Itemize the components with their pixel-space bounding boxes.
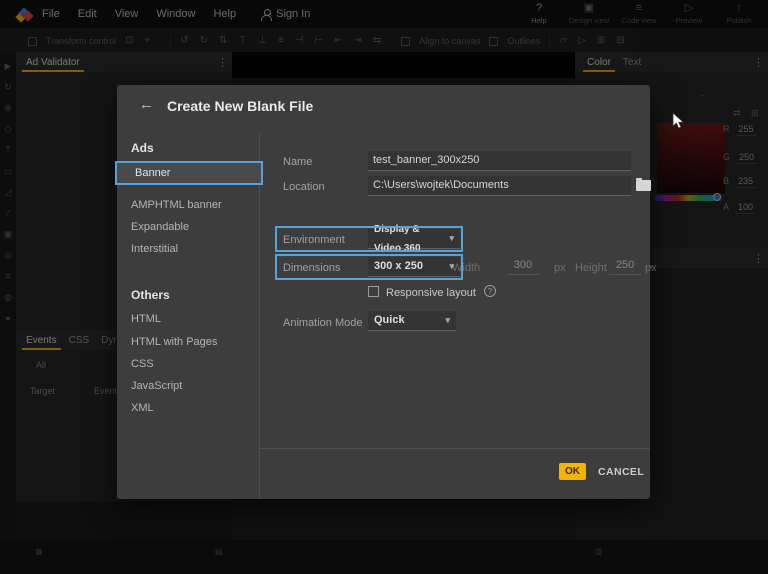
back-arrow-icon[interactable]: ← (139, 96, 154, 113)
width-input[interactable]: 300 (507, 257, 539, 275)
responsive-layout-checkbox[interactable] (368, 286, 379, 297)
chevron-down-icon: ▾ (449, 229, 454, 248)
section-heading-others: Others (131, 288, 170, 302)
sidebar-item-label: HTML with Pages (131, 336, 217, 348)
sidebar-item-label: AMPHTML banner (131, 199, 222, 211)
sidebar-item-html[interactable]: HTML (117, 309, 259, 329)
sidebar-item-label: XML (131, 402, 154, 414)
footer-divider (259, 448, 650, 449)
name-input[interactable]: test_banner_300x250 (368, 151, 631, 171)
sidebar-item-label: HTML (131, 313, 161, 325)
dimensions-dropdown[interactable]: 300 x 250 ▾ (368, 257, 460, 277)
environment-value: Display & Video 360 (374, 220, 443, 258)
sidebar-item-html-with-pages[interactable]: HTML with Pages (117, 332, 259, 352)
animation-mode-dropdown[interactable]: Quick ▾ (368, 311, 456, 331)
location-input[interactable]: C:\Users\wojtek\Documents (368, 176, 631, 196)
location-label: Location (283, 181, 325, 193)
sidebar-item-amphtml-banner[interactable]: AMPHTML banner (117, 195, 259, 215)
help-circle-icon[interactable]: ? (484, 285, 496, 297)
section-heading-ads: Ads (131, 141, 154, 155)
width-label: Width (452, 262, 480, 274)
sidebar-item-banner[interactable]: Banner (115, 161, 263, 185)
ok-button[interactable]: OK (559, 463, 586, 480)
sidebar-divider (259, 133, 260, 499)
name-label: Name (283, 156, 312, 168)
height-input[interactable]: 250 (609, 257, 641, 275)
chevron-down-icon: ▾ (445, 311, 450, 330)
height-label: Height (575, 262, 607, 274)
responsive-layout-label: Responsive layout (386, 287, 476, 299)
animation-mode-label: Animation Mode (283, 317, 363, 329)
sidebar-item-interstitial[interactable]: Interstitial (117, 239, 259, 259)
cancel-button[interactable]: CANCEL (598, 466, 644, 478)
environment-label: Environment (283, 234, 345, 246)
sidebar-item-label: CSS (131, 358, 154, 370)
sidebar-item-label: Banner (135, 167, 170, 179)
sidebar-item-xml[interactable]: XML (117, 398, 259, 418)
folder-browse-icon[interactable] (636, 180, 651, 191)
environment-dropdown[interactable]: Display & Video 360 ▾ (368, 229, 460, 249)
width-unit: px (554, 262, 566, 274)
sidebar-item-css[interactable]: CSS (117, 354, 259, 374)
mouse-cursor (672, 112, 688, 130)
animation-mode-value: Quick (374, 311, 405, 330)
dimensions-label: Dimensions (283, 262, 340, 274)
dialog-title: Create New Blank File (167, 98, 313, 114)
sidebar-item-label: Interstitial (131, 243, 178, 255)
sidebar-item-javascript[interactable]: JavaScript (117, 376, 259, 396)
create-new-blank-file-dialog: ← Create New Blank File Ads Banner AMPHT… (117, 85, 650, 499)
sidebar-item-expandable[interactable]: Expandable (117, 217, 259, 237)
sidebar-item-label: Expandable (131, 221, 189, 233)
dimensions-value: 300 x 250 (374, 257, 423, 276)
height-unit: px (645, 262, 657, 274)
sidebar-item-label: JavaScript (131, 380, 182, 392)
